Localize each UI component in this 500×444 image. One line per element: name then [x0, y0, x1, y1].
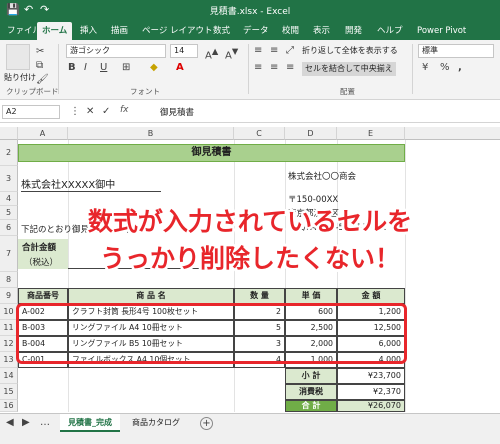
gridline [405, 140, 406, 412]
tab-draw[interactable]: 描画 [106, 22, 133, 40]
wrap-text-button[interactable]: 折り返して全体を表示する [302, 44, 398, 58]
subtotal-label: 小 計 [285, 368, 337, 384]
fx-icon[interactable]: fx [120, 105, 129, 115]
number-format-box[interactable]: 標準 [418, 44, 494, 58]
tab-help[interactable]: ヘルプ [372, 22, 408, 40]
row-header[interactable]: 2 [0, 140, 18, 166]
clipboard-group-label: クリップボード [6, 87, 59, 96]
sheet-tab-estimate[interactable]: 見積書_完成 [60, 414, 120, 432]
table-header-code: 商品番号 [18, 288, 68, 304]
tab-home[interactable]: ホーム [37, 22, 73, 40]
row-header[interactable]: 15 [0, 384, 18, 400]
more-icon: ⋮ [70, 106, 80, 117]
table-header-price: 単 価 [285, 288, 337, 304]
tab-review[interactable]: 校閲 [277, 22, 304, 40]
font-group-label: フォント [130, 87, 160, 96]
font-color-icon[interactable]: A [176, 62, 184, 74]
highlight-frame [16, 303, 407, 364]
table-header-amount: 金 額 [337, 288, 405, 304]
grand-total-value[interactable]: ¥26,070 [337, 400, 405, 412]
alignment-group-label: 配置 [340, 87, 355, 96]
table-header-name: 商 品 名 [68, 288, 234, 304]
align-middle-icon[interactable]: ≡ [270, 45, 278, 57]
gridline [234, 140, 235, 412]
align-left-icon[interactable]: ≡ [254, 62, 262, 74]
tab-view[interactable]: 表示 [308, 22, 335, 40]
formula-bar: A2 ⋮ ✕ ✓ fx 御見積書 [0, 101, 500, 123]
paste-icon[interactable] [6, 44, 30, 70]
client-name[interactable]: 株式会社XXXXX御中 [21, 176, 161, 192]
merge-center-button[interactable]: セルを結合して中央揃え [302, 62, 396, 76]
title-bar: 💾 ↶ ↷ 見積書.xlsx - Excel [0, 0, 500, 20]
tab-power-pivot[interactable]: Power Pivot [412, 22, 471, 40]
ribbon-separator [58, 44, 59, 94]
percent-button[interactable]: % [440, 62, 450, 74]
column-header-d[interactable]: D [285, 127, 337, 140]
tab-page-layout[interactable]: ページ レイアウト [137, 22, 218, 40]
column-header-e[interactable]: E [337, 127, 405, 140]
ribbon-separator [412, 44, 413, 94]
font-size-box[interactable]: 14 [170, 44, 198, 58]
font-name-box[interactable]: 游ゴシック [66, 44, 166, 58]
scroll-left-icon[interactable]: ◀ [6, 417, 14, 429]
scroll-right-icon[interactable]: ▶ [22, 417, 30, 429]
shrink-font-icon[interactable]: A▼ [225, 45, 238, 62]
sheet-tab-bar: ◀ ▶ … 見積書_完成 商品カタログ + [0, 413, 500, 444]
borders-icon[interactable]: ⊞ [122, 62, 130, 74]
row-header[interactable]: 14 [0, 368, 18, 384]
estimate-title[interactable]: 御見積書 [18, 144, 405, 162]
sheet-tab-catalog[interactable]: 商品カタログ [124, 414, 188, 432]
cut-icon[interactable]: ✂ [36, 46, 44, 58]
align-right-icon[interactable]: ≡ [286, 62, 294, 74]
column-header-a[interactable]: A [18, 127, 68, 140]
overlay-caption-line2: うっかり削除したくない！ [99, 244, 400, 273]
overlay-caption-line1: 数式が入力されているセルを [87, 207, 413, 236]
select-all-corner[interactable] [0, 127, 18, 140]
tab-formulas[interactable]: 数式 [208, 22, 235, 40]
table-header-qty: 数 量 [234, 288, 285, 304]
row-header[interactable]: 9 [0, 288, 18, 304]
align-center-icon[interactable]: ≡ [270, 62, 278, 74]
enter-icon[interactable]: ✓ [102, 106, 110, 118]
fill-color-icon[interactable]: ◆ [150, 62, 158, 74]
tab-insert[interactable]: 挿入 [75, 22, 102, 40]
column-header-f[interactable] [405, 127, 500, 140]
add-sheet-icon[interactable]: + [200, 417, 213, 430]
bold-button[interactable]: B [68, 62, 76, 74]
subtotal-value[interactable]: ¥23,700 [337, 368, 405, 384]
ribbon-tabs: ファイル ホーム 挿入 描画 ページ レイアウト 数式 データ 校閲 表示 開発… [0, 20, 500, 40]
company-name[interactable]: 株式会社〇〇商会 [288, 170, 356, 182]
name-box[interactable]: A2 [2, 105, 60, 119]
grand-total-label: 合 計 [285, 400, 337, 412]
copy-icon[interactable]: ⧉ [36, 60, 43, 72]
align-top-icon[interactable]: ≡ [254, 45, 262, 57]
column-header-b[interactable]: B [68, 127, 234, 140]
formula-content[interactable]: 御見積書 [160, 106, 194, 118]
window-title: 見積書.xlsx - Excel [209, 7, 291, 17]
format-painter-icon[interactable]: 🖌 [36, 74, 49, 86]
column-header-c[interactable]: C [234, 127, 285, 140]
tab-developer[interactable]: 開発 [340, 22, 367, 40]
tab-data[interactable]: データ [238, 22, 274, 40]
ribbon-separator [248, 44, 249, 94]
currency-icon[interactable]: ¥ [422, 62, 428, 74]
tax-label: 消費税 [285, 384, 337, 400]
paste-button[interactable]: 貼り付け [4, 71, 36, 85]
grow-font-icon[interactable]: A▲ [205, 45, 218, 62]
comma-button[interactable]: , [458, 62, 462, 74]
cancel-icon[interactable]: ✕ [86, 106, 94, 118]
tax-value[interactable]: ¥2,370 [337, 384, 405, 400]
row-header[interactable]: 16 [0, 400, 18, 412]
row-header[interactable]: 3 [0, 166, 18, 192]
underline-button[interactable]: U [100, 62, 107, 74]
ribbon: 貼り付け ✂ ⧉ 🖌 クリップボード 游ゴシック 14 A▲ A▼ B I U … [0, 40, 500, 100]
orientation-icon[interactable]: ⤢ [286, 45, 294, 57]
italic-button[interactable]: I [84, 62, 87, 74]
more-sheets-icon[interactable]: … [40, 417, 50, 429]
